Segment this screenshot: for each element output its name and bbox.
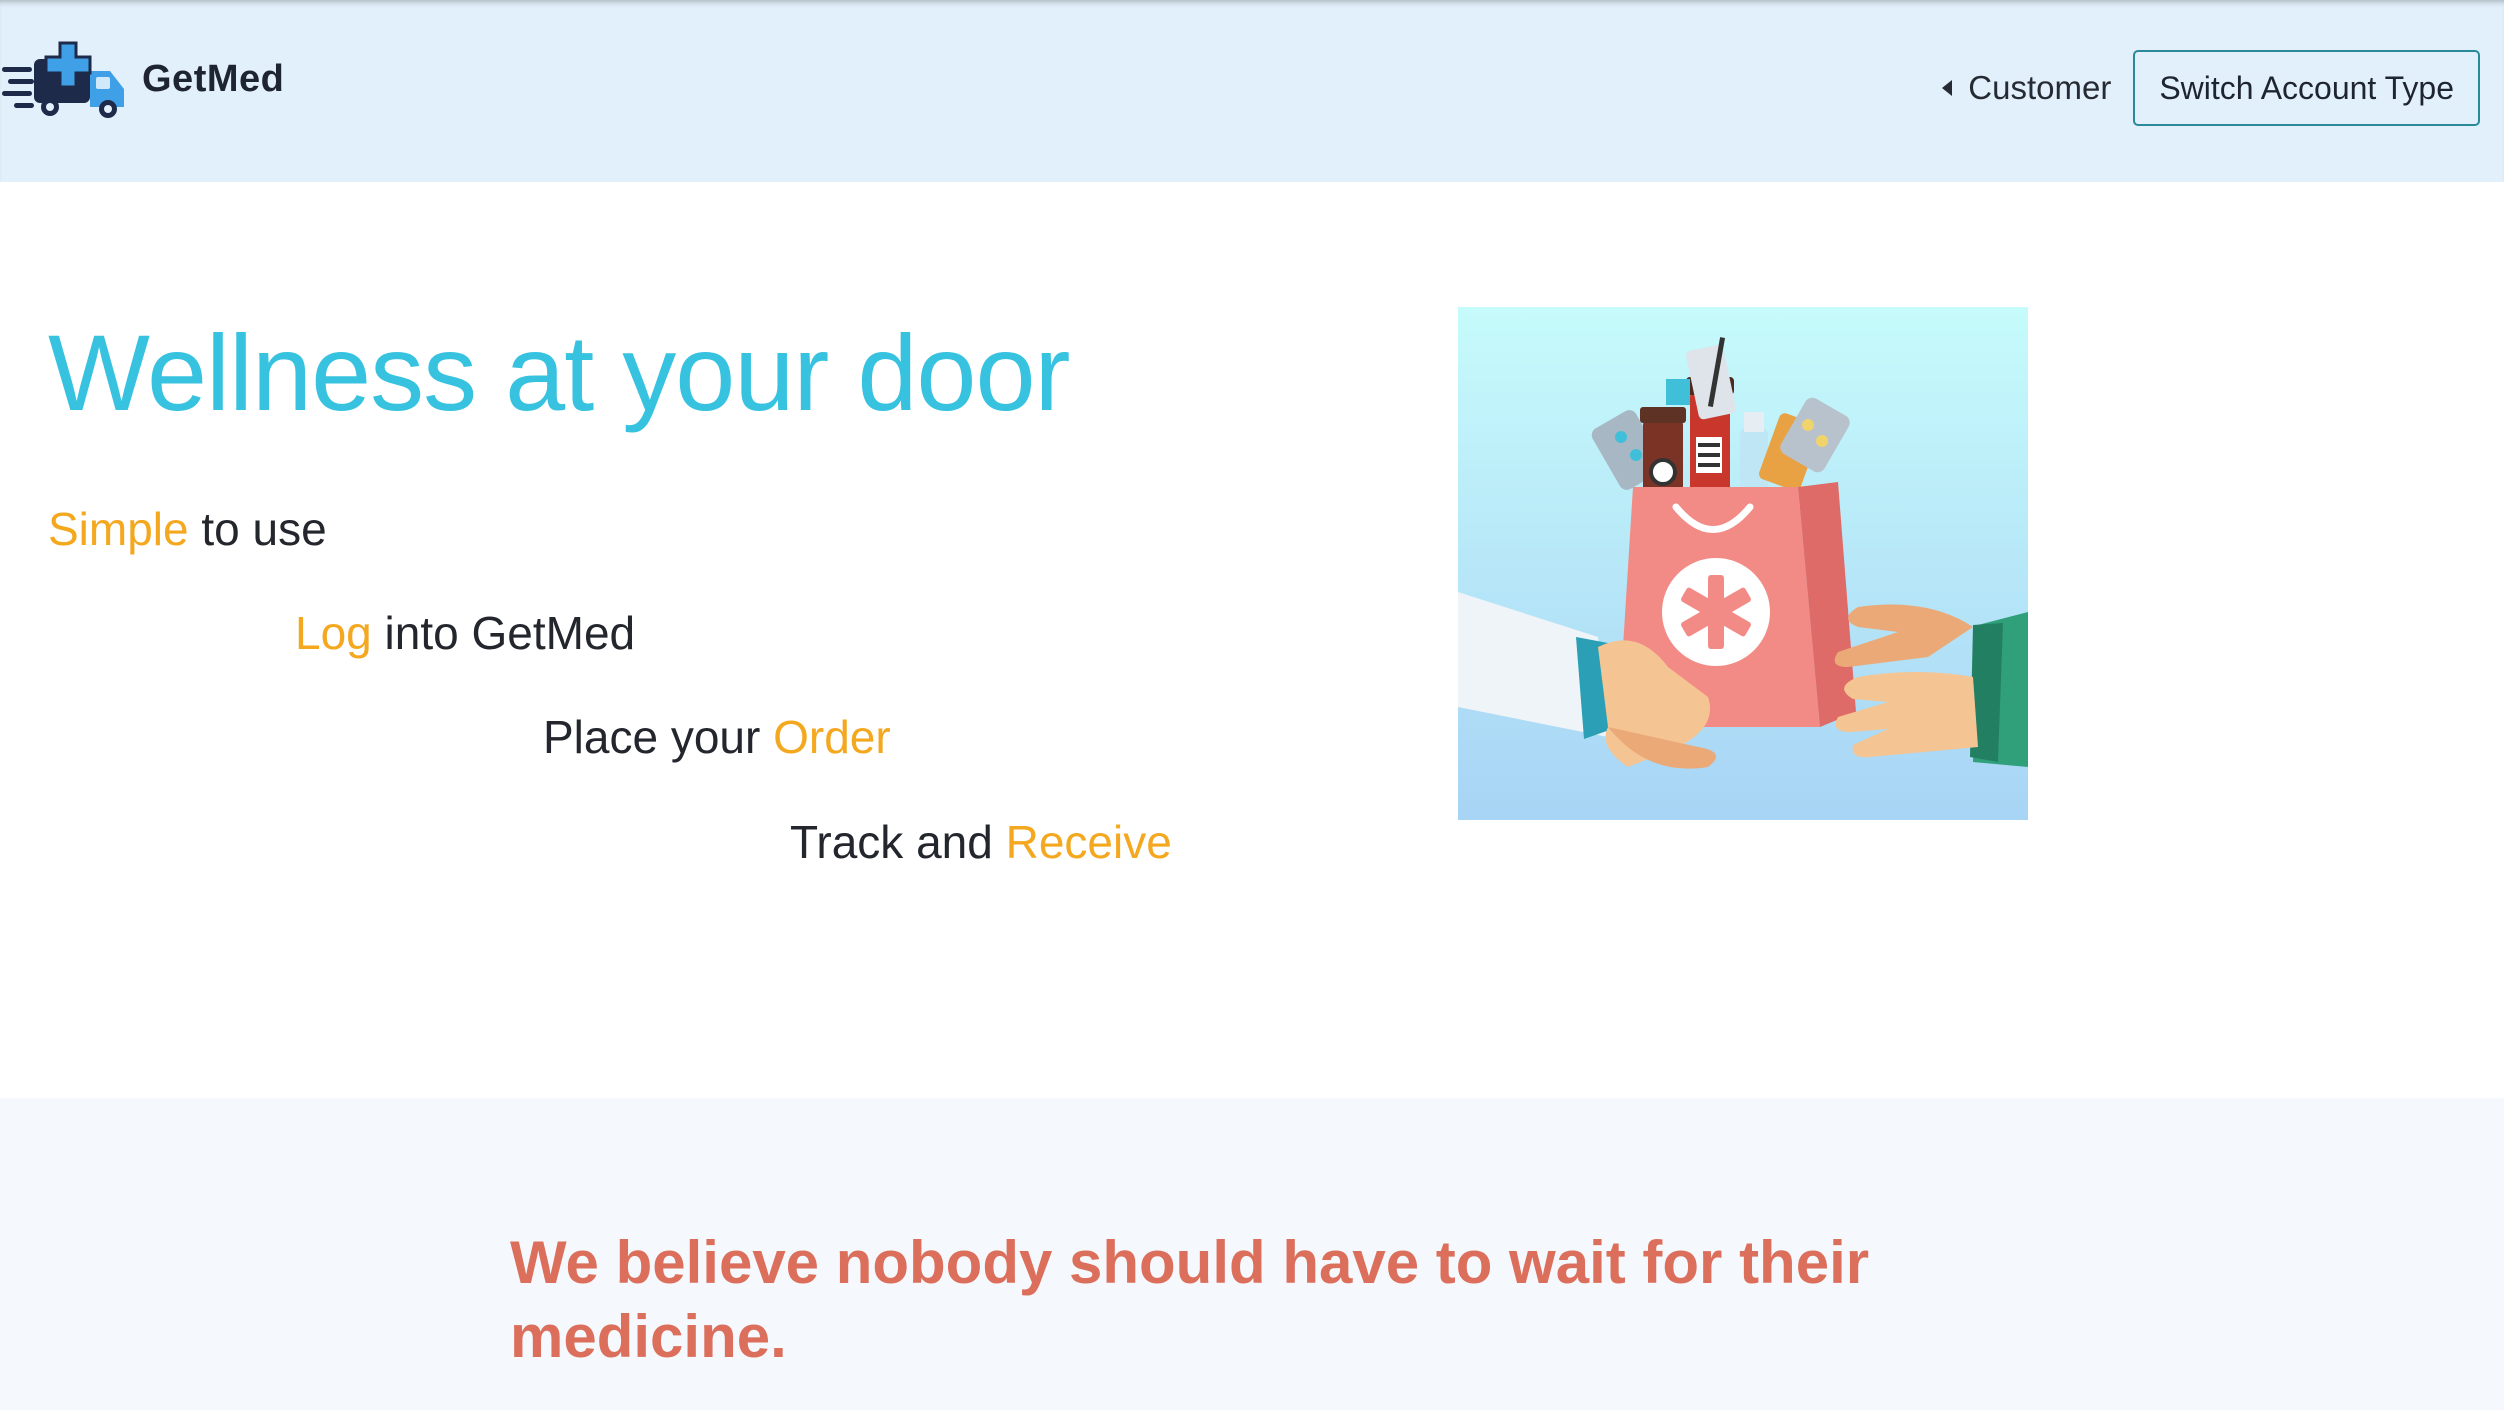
account-type-label: Customer <box>1968 69 2112 106</box>
step-simple: Simple to use <box>48 502 327 556</box>
step-order: Place your Order <box>543 710 891 764</box>
step-text: into GetMed <box>371 607 636 659</box>
step-receive: Track and Receive <box>790 815 1172 869</box>
mission-section: We believe nobody should have to wait fo… <box>0 1098 2504 1410</box>
brand-name: GetMed <box>142 57 285 100</box>
brand-link[interactable]: GetMed <box>0 34 284 124</box>
switch-account-type-button[interactable]: Switch Account Type <box>2133 50 2480 126</box>
step-highlight: Order <box>773 711 891 763</box>
mission-statement: We believe nobody should have to wait fo… <box>510 1229 1870 1370</box>
step-text: Place your <box>543 711 774 763</box>
account-type-dropdown[interactable]: Customer <box>1942 69 2111 107</box>
step-highlight: Receive <box>1005 816 1172 868</box>
step-login: Log into GetMed <box>295 606 635 660</box>
caret-left-icon <box>1942 80 1953 96</box>
step-text: Track and <box>790 816 1006 868</box>
delivery-truck-medical-cross-icon <box>2 41 124 118</box>
step-text: to use <box>188 503 327 555</box>
pharmacy-bag-handover-illustration <box>1458 307 2028 820</box>
step-highlight: Simple <box>48 503 189 555</box>
step-highlight: Log <box>295 607 372 659</box>
hero-title: Wellness at your door <box>48 312 1071 433</box>
account-nav: Customer Switch Account Type <box>1942 50 2480 126</box>
top-navbar: GetMed Customer Switch Account Type <box>0 0 2504 182</box>
